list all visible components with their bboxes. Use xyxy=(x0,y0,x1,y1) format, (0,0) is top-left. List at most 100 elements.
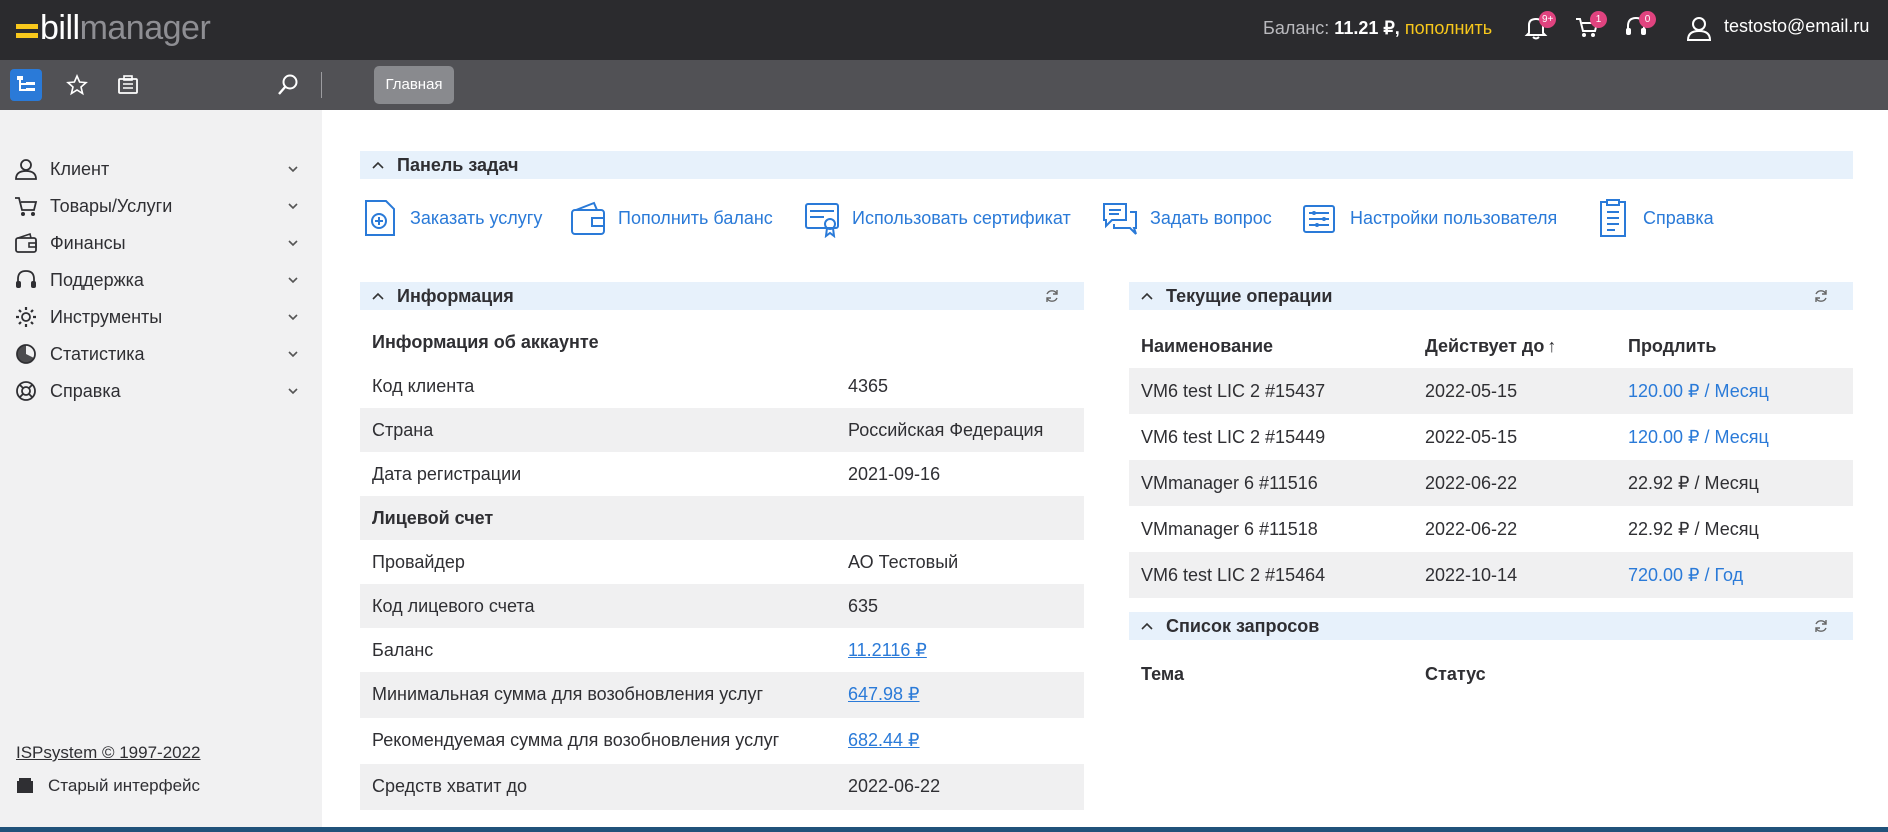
chevron-up-icon xyxy=(1141,292,1153,300)
personal-account-heading: Лицевой счет xyxy=(372,508,494,528)
chevron-down-icon xyxy=(288,351,298,358)
chevron-down-icon xyxy=(288,314,298,321)
gear-icon xyxy=(16,307,36,327)
cart-badge: 1 xyxy=(1590,11,1607,28)
requests-panel-header[interactable]: Список запросов xyxy=(1129,612,1853,640)
table-row: Лицевой счет xyxy=(360,496,1084,540)
use-certificate-action[interactable]: Использовать сертификат xyxy=(804,196,1071,240)
user-settings-action[interactable]: Настройки пользователя xyxy=(1302,196,1557,240)
search-button[interactable] xyxy=(272,69,304,101)
renew-price-link[interactable]: 120.00 ₽ / Месяц xyxy=(1628,427,1769,448)
logo-mark-icon xyxy=(16,24,38,38)
action-label: Настройки пользователя xyxy=(1350,207,1558,228)
col-name-header[interactable]: Наименование xyxy=(1141,336,1273,357)
pie-chart-icon xyxy=(16,344,36,364)
wallet-icon xyxy=(15,232,37,253)
min-sum-label: Минимальная сумма для возобновления услу… xyxy=(372,684,764,704)
operation-date: 2022-06-22 xyxy=(1425,519,1518,539)
logo-manager-text: manager xyxy=(79,8,211,47)
renew-price: 22.92 ₽ / Месяц xyxy=(1628,473,1759,493)
min-sum-link[interactable]: 647.98 ₽ xyxy=(848,684,920,705)
order-service-action[interactable]: Заказать услугу xyxy=(362,196,542,240)
col-valid-header[interactable]: Действует до ↑ xyxy=(1425,336,1556,357)
reg-date-value: 2021-09-16 xyxy=(848,464,941,484)
operations-panel-header[interactable]: Текущие операции xyxy=(1129,282,1853,310)
refresh-icon[interactable] xyxy=(1044,288,1060,304)
notifications-badge: 9+ xyxy=(1539,11,1557,28)
renew-price-link[interactable]: 120.00 ₽ / Месяц xyxy=(1628,381,1769,402)
requests-table-header: Тема Статус xyxy=(1129,662,1853,692)
tasks-panel-header[interactable]: Панель задач xyxy=(360,151,1853,179)
action-label: Справка xyxy=(1643,207,1714,228)
star-icon xyxy=(66,74,88,96)
col-status-header[interactable]: Статус xyxy=(1425,664,1486,685)
renew-price-link[interactable]: 720.00 ₽ / Год xyxy=(1628,565,1743,586)
col-topic-header[interactable]: Тема xyxy=(1141,664,1184,685)
sidebar-item-statistics[interactable]: Статистика xyxy=(14,339,299,369)
user-icon[interactable] xyxy=(1686,14,1712,42)
table-row[interactable]: VMmanager 6 #11518 2022-06-22 22.92 ₽ / … xyxy=(1129,506,1853,552)
chevron-down-icon xyxy=(288,388,298,395)
provider-label: Провайдер xyxy=(372,552,465,572)
sidebar-item-tools[interactable]: Инструменты xyxy=(14,302,299,332)
requests-panel-title: Список запросов xyxy=(1166,615,1320,636)
top-bar: bill manager Баланс: 11.21 ₽, пополнить 9… xyxy=(0,0,1888,60)
clipboard-button[interactable] xyxy=(112,69,144,101)
reg-date-label: Дата регистрации xyxy=(372,464,522,484)
table-row[interactable]: VMmanager 6 #11516 2022-06-22 22.92 ₽ / … xyxy=(1129,460,1853,506)
toolbar-divider xyxy=(321,72,322,98)
sidebar-item-products[interactable]: Товары/Услуги xyxy=(14,191,299,221)
refresh-icon[interactable] xyxy=(1813,618,1829,634)
info-panel-header[interactable]: Информация xyxy=(360,282,1084,310)
user-email[interactable]: testosto@email.ru xyxy=(1724,16,1869,37)
balance-link[interactable]: 11.2116 ₽ xyxy=(848,640,927,661)
billmanager-logo[interactable]: bill manager xyxy=(16,8,211,48)
operation-date: 2022-05-15 xyxy=(1425,381,1518,401)
sidebar-item-finance[interactable]: Финансы xyxy=(14,228,299,258)
sidebar-item-label: Товары/Услуги xyxy=(50,195,173,216)
table-row[interactable]: VM6 test LIC 2 #15464 2022-10-14 720.00 … xyxy=(1129,552,1853,598)
help-action[interactable]: Справка xyxy=(1595,196,1714,240)
table-row: Минимальная сумма для возобновления услу… xyxy=(360,672,1084,718)
tree-menu-icon xyxy=(17,76,35,91)
favorites-button[interactable] xyxy=(61,69,93,101)
table-row[interactable]: VM6 test LIC 2 #15449 2022-05-15 120.00 … xyxy=(1129,414,1853,460)
notifications-button[interactable]: 9+ xyxy=(1523,11,1557,42)
tab-home[interactable]: Главная xyxy=(374,66,454,104)
balance-label: Баланс xyxy=(372,640,434,660)
chevron-up-icon xyxy=(1141,622,1153,630)
headset-icon xyxy=(16,270,36,288)
account-code-label: Код лицевого счета xyxy=(372,596,535,616)
sidebar-item-help[interactable]: Справка xyxy=(14,376,299,406)
tasks-panel-title: Панель задач xyxy=(397,154,519,175)
sidebar-item-support[interactable]: Поддержка xyxy=(14,265,299,295)
table-row[interactable]: VM6 test LIC 2 #15437 2022-05-15 120.00 … xyxy=(1129,368,1853,414)
top-up-balance-action[interactable]: Пополнить баланс xyxy=(570,196,773,240)
topup-link[interactable]: пополнить xyxy=(1405,18,1492,38)
rec-sum-link[interactable]: 682.44 ₽ xyxy=(848,730,920,751)
sidebar: Клиент Товары/Услуги Финансы Поддержка И… xyxy=(0,110,322,827)
copyright-link[interactable]: ISPsystem © 1997-2022 xyxy=(16,743,201,763)
operation-name: VM6 test LIC 2 #15464 xyxy=(1141,565,1326,585)
operation-name: VMmanager 6 #11516 xyxy=(1141,473,1318,493)
search-icon xyxy=(278,74,298,95)
header-balance: Баланс: 11.21 ₽, пополнить xyxy=(1263,18,1492,39)
cart-button[interactable]: 1 xyxy=(1574,11,1607,42)
sidebar-item-client[interactable]: Клиент xyxy=(14,154,299,184)
action-label: Пополнить баланс xyxy=(618,207,773,228)
balance-amount: 11.21 ₽, xyxy=(1334,18,1400,38)
col-renew-header[interactable]: Продлить xyxy=(1628,336,1717,357)
table-row: Код клиента 4365 xyxy=(360,364,1084,408)
wallet-icon xyxy=(571,201,605,235)
table-row: Страна Российская Федерация xyxy=(360,408,1084,452)
refresh-icon[interactable] xyxy=(1813,288,1829,304)
provider-value: АО Тестовый xyxy=(848,552,959,572)
menu-tree-button[interactable] xyxy=(10,69,42,101)
sidebar-item-label: Клиент xyxy=(50,158,110,179)
country-label: Страна xyxy=(372,420,434,440)
ask-question-action[interactable]: Задать вопрос xyxy=(1102,196,1272,240)
certificate-icon xyxy=(805,203,839,238)
old-interface-link[interactable]: Старый интерфейс xyxy=(16,776,200,796)
enough-until-value: 2022-06-22 xyxy=(848,776,941,796)
alerts-button[interactable]: 0 xyxy=(1623,11,1656,42)
